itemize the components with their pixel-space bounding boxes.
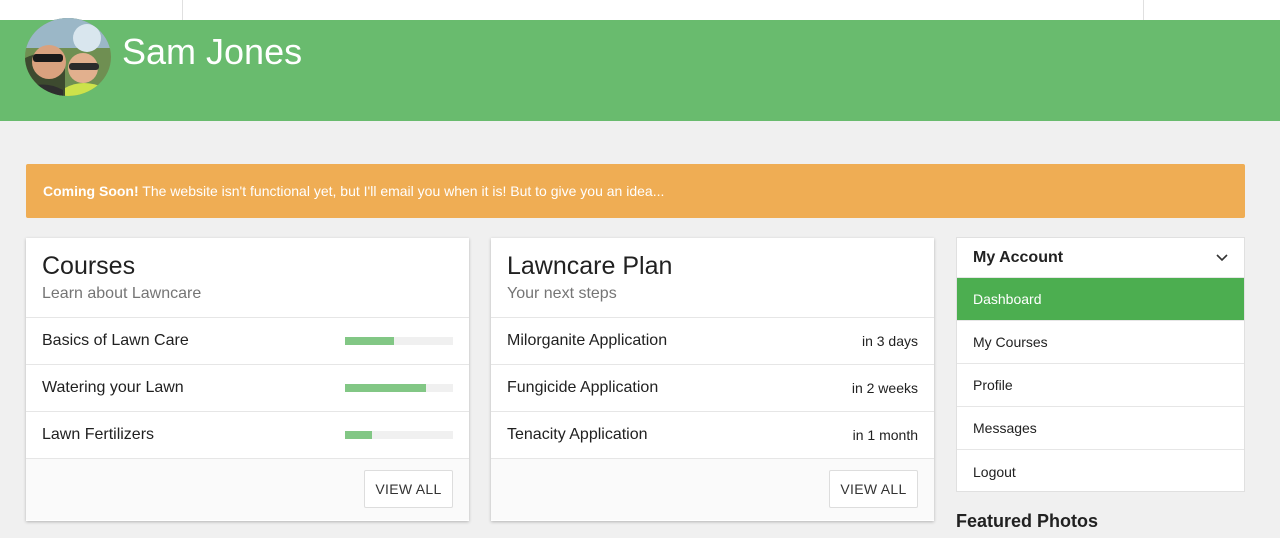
plan-step-due: in 1 month xyxy=(852,427,918,443)
nav-divider xyxy=(182,0,183,20)
courses-card-header: Courses Learn about Lawncare xyxy=(26,238,469,318)
plan-row[interactable]: Tenacity Application in 1 month xyxy=(491,412,934,459)
courses-view-all-button[interactable]: VIEW ALL xyxy=(364,470,453,508)
course-label: Basics of Lawn Care xyxy=(42,332,189,349)
courses-card: Courses Learn about Lawncare Basics of L… xyxy=(26,238,469,521)
account-item-my-courses[interactable]: My Courses xyxy=(957,321,1244,364)
account-menu: My Account Dashboard My Courses Profile … xyxy=(956,237,1245,492)
course-row[interactable]: Watering your Lawn xyxy=(26,365,469,412)
alert-strong-text: Coming Soon! xyxy=(43,183,139,199)
course-progress-fill xyxy=(345,431,372,439)
plan-card-footer: VIEW ALL xyxy=(491,459,934,520)
plan-row[interactable]: Milorganite Application in 3 days xyxy=(491,318,934,365)
plan-card-header: Lawncare Plan Your next steps xyxy=(491,238,934,318)
course-row[interactable]: Lawn Fertilizers xyxy=(26,412,469,459)
course-progress-bar xyxy=(345,431,453,439)
courses-subtitle: Learn about Lawncare xyxy=(42,285,202,302)
account-item-messages[interactable]: Messages xyxy=(957,407,1244,450)
courses-title: Courses xyxy=(42,252,136,280)
course-progress-fill xyxy=(345,337,394,345)
course-progress-bar xyxy=(345,384,453,392)
plan-step-label: Tenacity Application xyxy=(507,426,648,443)
featured-photos-heading: Featured Photos xyxy=(956,511,1099,531)
plan-step-label: Milorganite Application xyxy=(507,332,668,349)
courses-card-footer: VIEW ALL xyxy=(26,459,469,520)
profile-header: Sam Jones xyxy=(0,18,1280,121)
coming-soon-alert: Coming Soon! The website isn't functiona… xyxy=(26,164,1245,218)
avatar[interactable] xyxy=(25,18,111,96)
account-item-profile[interactable]: Profile xyxy=(957,364,1244,407)
plan-step-due: in 3 days xyxy=(861,333,918,349)
account-menu-title: My Account xyxy=(973,248,1064,266)
plan-step-due: in 2 weeks xyxy=(851,380,918,396)
plan-step-label: Fungicide Application xyxy=(507,379,659,396)
plan-subtitle: Your next steps xyxy=(507,285,617,302)
course-row[interactable]: Basics of Lawn Care xyxy=(26,318,469,365)
chevron-down-icon xyxy=(1216,249,1228,267)
top-nav-bar xyxy=(0,0,1280,20)
lawncare-plan-card: Lawncare Plan Your next steps Milorganit… xyxy=(491,238,934,521)
account-item-dashboard[interactable]: Dashboard xyxy=(957,278,1244,321)
user-name: Sam Jones xyxy=(122,31,303,72)
plan-row[interactable]: Fungicide Application in 2 weeks xyxy=(491,365,934,412)
account-menu-toggle[interactable]: My Account xyxy=(957,238,1244,278)
course-label: Watering your Lawn xyxy=(42,379,184,396)
course-progress-bar xyxy=(345,337,453,345)
plan-title: Lawncare Plan xyxy=(507,252,673,280)
alert-text: The website isn't functional yet, but I'… xyxy=(138,183,665,199)
course-progress-fill xyxy=(345,384,426,392)
plan-view-all-button[interactable]: VIEW ALL xyxy=(829,470,918,508)
nav-divider xyxy=(1143,0,1144,20)
course-label: Lawn Fertilizers xyxy=(42,426,155,443)
account-item-logout[interactable]: Logout xyxy=(957,450,1244,493)
